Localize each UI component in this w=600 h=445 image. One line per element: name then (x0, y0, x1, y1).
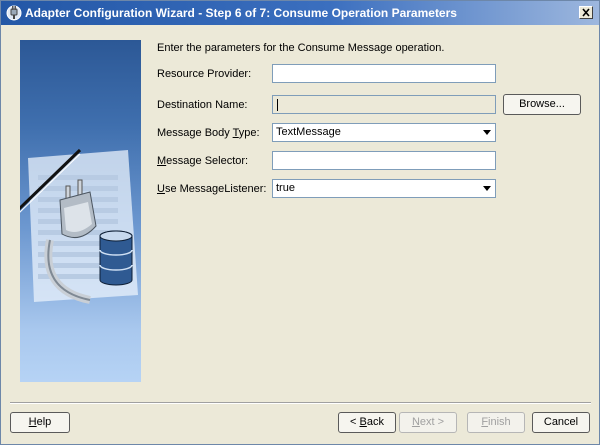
wizard-plug-icon (6, 5, 22, 21)
use-message-listener-value: true (276, 182, 295, 194)
close-icon (582, 8, 590, 17)
message-body-type-label-post: ype: (238, 127, 260, 139)
instructions-text: Enter the parameters for the Consume Mes… (157, 42, 445, 54)
browse-button-label: Browse... (519, 98, 565, 110)
finish-button[interactable]: Finish (467, 412, 525, 433)
cancel-label: Cancel (543, 416, 579, 428)
help-mnemonic: H (28, 416, 37, 428)
message-body-type-label: Message Body Type: (157, 127, 260, 139)
plug-database-illustration (20, 148, 138, 304)
resource-provider-field[interactable] (272, 64, 496, 83)
chevron-down-icon[interactable] (483, 186, 491, 191)
title-bar[interactable]: Adapter Configuration Wizard - Step 6 of… (1, 1, 599, 25)
use-message-listener-select[interactable]: true (272, 179, 496, 198)
back-button[interactable]: < Back (338, 412, 396, 433)
next-mnemonic: N (411, 416, 420, 428)
back-label-pre: < (350, 416, 360, 428)
resource-provider-label: Resource Provider: (157, 68, 252, 80)
help-label-rest: elp (36, 416, 52, 428)
destination-name-label: Destination Name: (157, 99, 248, 111)
back-mnemonic: B (359, 416, 367, 428)
use-message-listener-label: Use MessageListener: (157, 183, 266, 195)
use-message-listener-label-post: se MessageListener: (164, 183, 267, 195)
message-selector-field[interactable] (272, 151, 496, 170)
back-label-rest: ack (366, 416, 384, 428)
wizard-window: Adapter Configuration Wizard - Step 6 of… (0, 0, 600, 445)
message-selector-label: Message Selector: (157, 155, 248, 167)
chevron-down-icon[interactable] (483, 130, 491, 135)
message-body-type-select[interactable]: TextMessage (272, 123, 496, 142)
footer-divider (10, 402, 591, 404)
message-body-type-value: TextMessage (276, 126, 341, 138)
message-selector-mnemonic: M (157, 155, 167, 167)
window-title: Adapter Configuration Wizard - Step 6 of… (25, 6, 457, 20)
finish-label-rest: inish (488, 416, 511, 428)
help-button[interactable]: Help (10, 412, 70, 433)
use-message-listener-mnemonic: U (157, 183, 165, 195)
message-body-type-label-pre: Message Body (157, 127, 233, 139)
wizard-banner-image (20, 40, 141, 382)
destination-name-field[interactable] (272, 95, 496, 114)
browse-button[interactable]: Browse... (503, 94, 581, 115)
next-button[interactable]: Next > (399, 412, 457, 433)
text-caret (277, 99, 278, 111)
message-selector-label-post: essage Selector: (166, 155, 249, 167)
cancel-button[interactable]: Cancel (532, 412, 590, 433)
next-label-rest: ext > (419, 416, 445, 428)
close-button[interactable] (579, 6, 593, 19)
